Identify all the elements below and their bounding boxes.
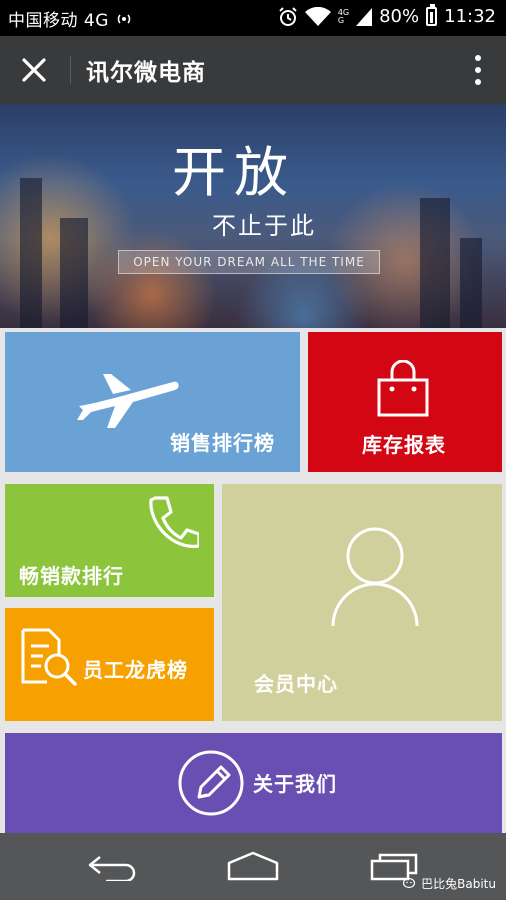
- home-icon[interactable]: [227, 851, 279, 881]
- watermark-text: 巴比兔Babitu: [421, 877, 496, 891]
- banner-english: OPEN YOUR DREAM ALL THE TIME: [118, 250, 380, 274]
- tile-label: 关于我们: [253, 772, 337, 796]
- banner-building: [420, 198, 450, 328]
- status-left: 中国移动 4G: [8, 6, 133, 31]
- tile-staff-ranking[interactable]: 员工龙虎榜: [5, 608, 214, 721]
- page-title: 讯尔微电商: [86, 60, 206, 86]
- tile-label: 会员中心: [254, 672, 338, 696]
- edit-pencil-icon: [178, 750, 244, 816]
- tile-label: 销售排行榜: [170, 431, 275, 455]
- alarm-icon: [279, 6, 297, 26]
- system-nav-bar: 巴比兔Babitu: [0, 833, 506, 900]
- tile-stock-report[interactable]: 库存报表: [308, 332, 502, 472]
- tile-label: 员工龙虎榜: [83, 658, 188, 682]
- battery-percent: 80%: [379, 6, 420, 27]
- close-icon[interactable]: [18, 54, 50, 86]
- hero-banner[interactable]: 开放 不止于此 OPEN YOUR DREAM ALL THE TIME: [0, 104, 506, 328]
- hotspot-icon: [117, 14, 131, 23]
- shopping-bag-icon: [377, 360, 429, 417]
- tile-label: 畅销款排行: [19, 564, 124, 588]
- wifi-icon: [304, 6, 331, 26]
- banner-subline: 不止于此: [212, 212, 316, 240]
- banner-building: [460, 238, 482, 328]
- network-type-small: 4G G: [337, 7, 350, 25]
- tile-about-us[interactable]: 关于我们: [5, 733, 502, 833]
- status-right: 4G G 80% 11:32: [278, 4, 496, 27]
- more-vertical-icon[interactable]: [474, 54, 482, 86]
- banner-building: [20, 178, 42, 328]
- banner-building: [60, 218, 88, 328]
- header-divider: [70, 56, 71, 84]
- airplane-icon: [77, 374, 179, 428]
- battery-icon: [426, 4, 438, 26]
- document-search-icon: [21, 628, 77, 686]
- tile-label: 库存报表: [362, 433, 446, 457]
- banner-headline: 开放: [172, 141, 296, 204]
- clock: 11:32: [444, 6, 496, 27]
- wechat-icon: [403, 877, 416, 888]
- watermark: 巴比兔Babitu: [403, 875, 496, 892]
- tile-sales-ranking[interactable]: 销售排行榜: [5, 332, 300, 472]
- user-icon: [331, 527, 419, 626]
- tile-member-center[interactable]: 会员中心: [222, 484, 502, 721]
- tile-bestseller-ranking[interactable]: 畅销款排行: [5, 484, 214, 597]
- app-header: 讯尔微电商: [0, 36, 506, 104]
- signal-icon: [356, 7, 373, 26]
- back-icon[interactable]: [86, 851, 138, 881]
- carrier-text: 中国移动 4G: [8, 11, 109, 31]
- status-bar: 中国移动 4G 4G G 80% 11:32: [0, 0, 506, 36]
- phone-icon: [149, 496, 199, 548]
